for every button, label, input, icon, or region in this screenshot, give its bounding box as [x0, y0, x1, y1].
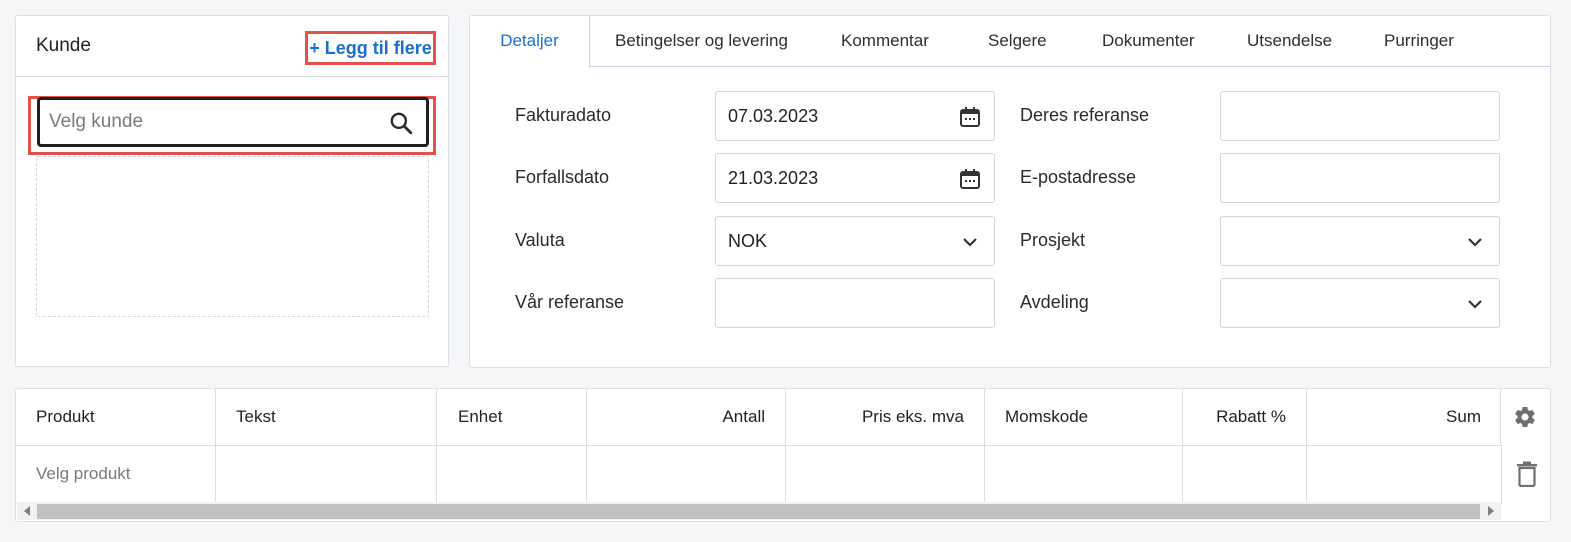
customer-dropzone	[36, 156, 429, 317]
customer-search-field[interactable]	[37, 97, 429, 147]
add-more-customers-button[interactable]: + Legg til flere	[305, 31, 436, 65]
calendar-icon[interactable]	[958, 105, 982, 129]
column-header-rabatt[interactable]: Rabatt %	[1183, 389, 1307, 445]
project-select[interactable]	[1220, 216, 1500, 266]
tab-bar: Detaljer Betingelser og levering Komment…	[470, 16, 1550, 68]
invoice-date-value: 07.03.2023	[728, 106, 819, 126]
invoice-date-label: Fakturadato	[515, 105, 612, 125]
column-header-antall[interactable]: Antall	[587, 389, 786, 445]
discount-cell[interactable]	[1183, 446, 1307, 504]
due-date-field[interactable]: 21.03.2023	[715, 153, 995, 203]
email-field[interactable]	[1220, 153, 1500, 203]
column-header-sum[interactable]: Sum	[1307, 389, 1501, 445]
tab-selgere[interactable]: Selgere	[988, 16, 1047, 67]
due-date-label: Forfallsdato	[515, 167, 610, 187]
tab-detaljer[interactable]: Detaljer	[470, 16, 590, 68]
search-icon[interactable]	[388, 110, 414, 136]
trash-icon[interactable]	[1516, 461, 1538, 487]
unit-cell[interactable]	[437, 446, 587, 504]
department-select[interactable]	[1220, 278, 1500, 328]
table-row[interactable]: Velg produkt	[16, 445, 1502, 504]
product-cell[interactable]: Velg produkt	[16, 446, 216, 504]
scroll-right-icon[interactable]	[1488, 506, 1494, 516]
scroll-left-icon[interactable]	[24, 506, 30, 516]
chevron-down-icon	[1468, 300, 1482, 309]
invoice-date-field[interactable]: 07.03.2023	[715, 91, 995, 141]
tab-kommentar[interactable]: Kommentar	[841, 16, 929, 67]
sum-cell	[1307, 446, 1502, 504]
your-reference-field[interactable]	[1220, 91, 1500, 141]
your-reference-label: Deres referanse	[1020, 105, 1150, 125]
text-cell[interactable]	[216, 446, 437, 504]
tab-purringer[interactable]: Purringer	[1384, 16, 1454, 67]
horizontal-scrollbar[interactable]	[17, 502, 1501, 520]
customer-title: Kunde	[36, 35, 91, 56]
vat-code-cell[interactable]	[985, 446, 1183, 504]
invoice-details-panel: Detaljer Betingelser og levering Komment…	[469, 15, 1551, 368]
chevron-down-icon	[963, 238, 977, 247]
currency-value: NOK	[728, 231, 768, 251]
project-label: Prosjekt	[1020, 230, 1086, 250]
quantity-cell[interactable]	[587, 446, 786, 504]
due-date-value: 21.03.2023	[728, 168, 819, 188]
chevron-down-icon	[1468, 238, 1482, 247]
price-cell[interactable]	[786, 446, 985, 504]
column-header-produkt[interactable]: Produkt	[16, 389, 216, 445]
product-table: Produkt Tekst Enhet Antall Pris eks. mva…	[15, 388, 1551, 522]
calendar-icon[interactable]	[958, 167, 982, 191]
scrollbar-thumb[interactable]	[37, 504, 1480, 519]
customer-panel-header: Kunde + Legg til flere	[16, 16, 448, 77]
currency-label: Valuta	[515, 230, 565, 250]
gear-icon[interactable]	[1513, 405, 1537, 429]
tab-dokumenter[interactable]: Dokumenter	[1102, 16, 1195, 67]
our-reference-field[interactable]	[715, 278, 995, 328]
column-header-tekst[interactable]: Tekst	[216, 389, 437, 445]
currency-select[interactable]: NOK	[715, 216, 995, 266]
tab-utsendelse[interactable]: Utsendelse	[1247, 16, 1332, 67]
email-label: E-postadresse	[1020, 167, 1137, 187]
column-header-momskode[interactable]: Momskode	[985, 389, 1183, 445]
column-header-enhet[interactable]: Enhet	[437, 389, 587, 445]
column-header-pris[interactable]: Pris eks. mva	[786, 389, 985, 445]
department-label: Avdeling	[1020, 292, 1089, 312]
tab-betingelser[interactable]: Betingelser og levering	[615, 16, 788, 67]
customer-panel: Kunde + Legg til flere	[15, 15, 449, 367]
customer-search-input[interactable]	[49, 109, 369, 135]
our-reference-label: Vår referanse	[515, 292, 625, 312]
